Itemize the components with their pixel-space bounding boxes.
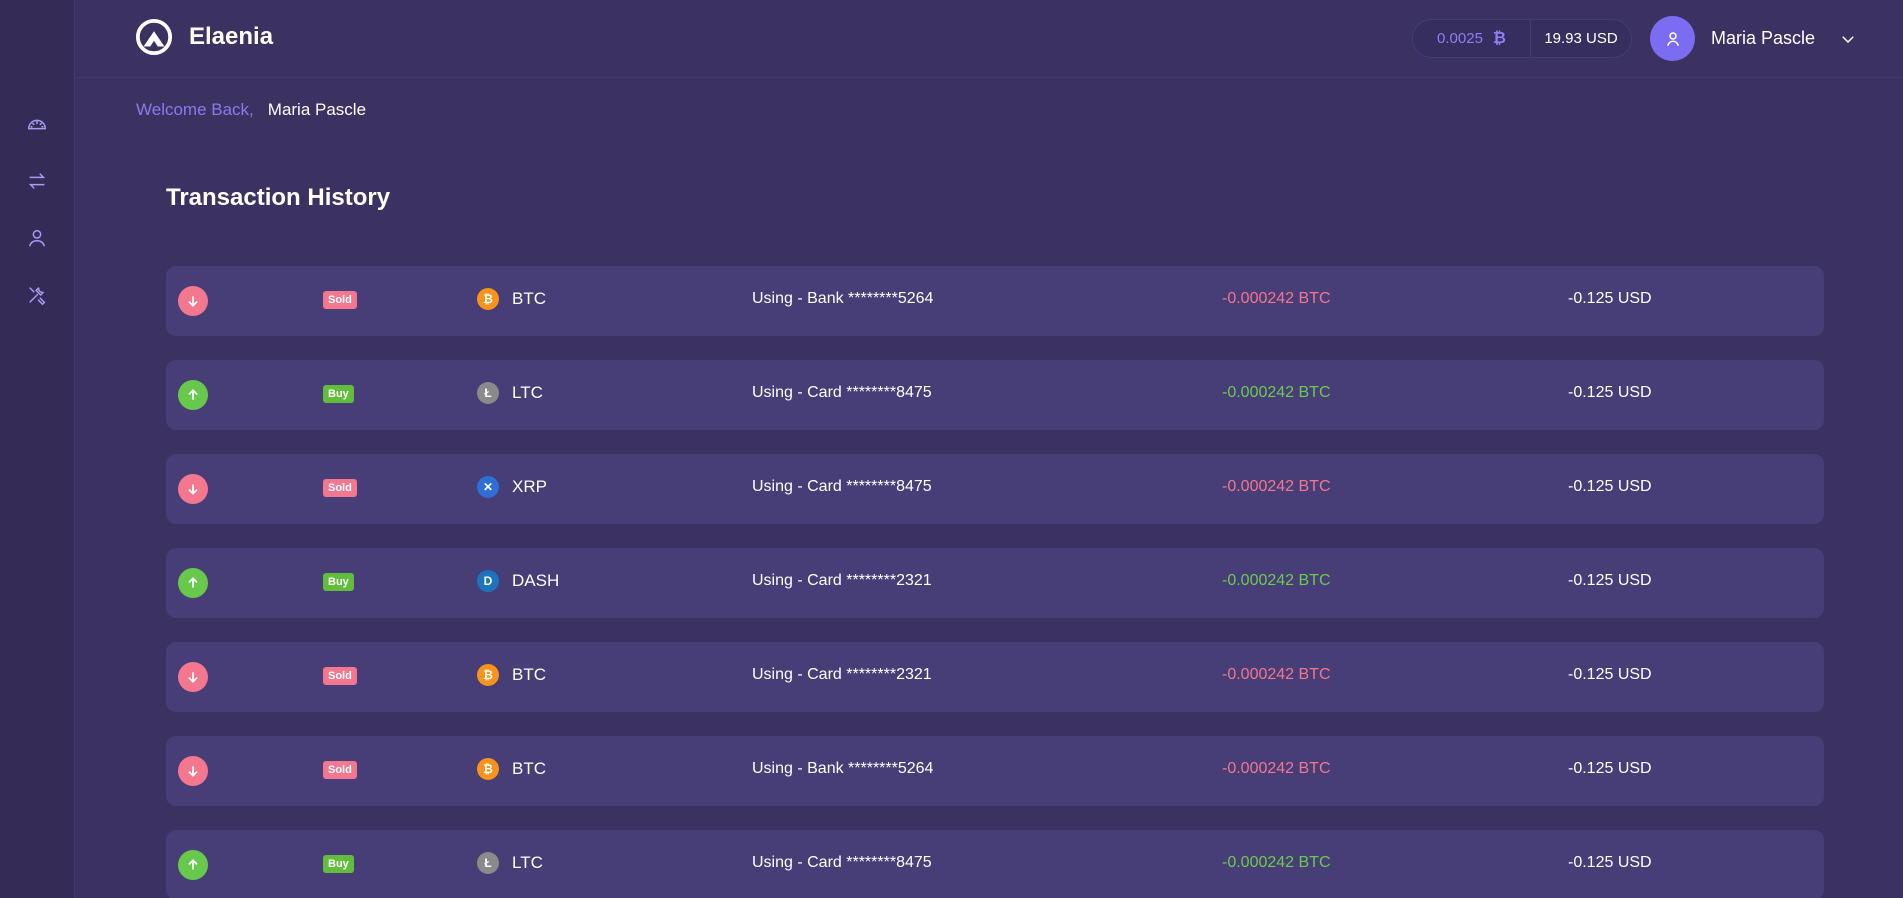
transaction-type-badge: Buy [323,385,354,403]
coin: ₿ BTC [477,288,546,310]
ripple-icon: ✕ [477,476,499,498]
amount-btc: -0.000242 BTC [1222,572,1331,589]
transaction-type-badge: Sold [323,479,357,497]
dashboard-gauge-icon[interactable] [23,110,51,138]
payment-method: Using - Bank ********5264 [752,760,934,777]
table-row[interactable]: Buy Ł LTC Using - Card ********8475 -0.0… [166,360,1824,430]
arrow-down-icon [178,662,208,692]
balance-btc: 0.0025 ₿ [1413,20,1531,57]
payment-method: Using - Card ********2321 [752,572,932,589]
user-avatar-icon [1666,31,1679,46]
arrow-up-icon [178,380,208,410]
litecoin-icon: Ł [477,852,499,874]
coin: D DASH [477,570,559,592]
avatar [1650,16,1695,61]
amount-usd: -0.125 USD [1568,760,1652,777]
user-name: Maria Pascle [1711,28,1816,48]
bitcoin-icon: ₿ [477,758,499,780]
welcome-message: Welcome Back, Maria Pascle [136,100,366,120]
payment-method: Using - Card ********8475 [752,854,932,871]
arrow-down-icon [178,756,208,786]
arrow-up-icon [178,850,208,880]
table-row[interactable]: Sold ₿ BTC Using - Bank ********5264 -0.… [166,266,1824,336]
brand-logo-icon [135,18,173,56]
transaction-type-badge: Buy [323,855,354,873]
transaction-list: Sold ₿ BTC Using - Bank ********5264 -0.… [166,266,1824,898]
table-row[interactable]: Sold ₿ BTC Using - Card ********2321 -0.… [166,642,1824,712]
coin-name: XRP [512,477,547,496]
exchange-arrows-icon[interactable] [23,167,51,195]
amount-usd: -0.125 USD [1568,572,1652,589]
coin-name: LTC [512,853,543,872]
coin-name: LTC [512,383,543,402]
coin-name: BTC [512,759,546,778]
amount-btc: -0.000242 BTC [1222,290,1331,307]
coin: ₿ BTC [477,664,546,686]
transaction-type-badge: Buy [323,573,354,591]
page-title: Transaction History [166,184,391,211]
coin-name: BTC [512,289,546,308]
amount-usd: -0.125 USD [1568,290,1652,307]
payment-method: Using - Card ********2321 [752,666,932,683]
dash-icon: D [477,570,499,592]
arrow-up-icon [178,568,208,598]
coin-name: DASH [512,571,560,590]
wallet-balance[interactable]: 0.0025 ₿ 19.93 USD [1412,19,1632,58]
coin: Ł LTC [477,852,543,874]
brand-logo[interactable]: Elaenia [135,18,273,56]
balance-btc-value: 0.0025 [1437,30,1483,47]
transaction-type-badge: Sold [323,291,357,309]
table-row[interactable]: Buy D DASH Using - Card ********2321 -0.… [166,548,1824,618]
bitcoin-icon: ₿ [1492,29,1506,47]
litecoin-icon: Ł [477,382,499,404]
balance-usd: 19.93 USD [1544,30,1618,47]
amount-usd: -0.125 USD [1568,854,1652,871]
coin: ✕ XRP [477,476,547,498]
user-icon[interactable] [23,224,51,252]
arrow-down-icon [178,286,208,316]
table-row[interactable]: Sold ✕ XRP Using - Card ********8475 -0.… [166,454,1824,524]
amount-usd: -0.125 USD [1568,384,1652,401]
coin-name: BTC [512,665,546,684]
brand-name: Elaenia [189,23,274,50]
amount-btc: -0.000242 BTC [1222,760,1331,777]
sidebar [0,0,75,898]
bitcoin-icon: ₿ [477,288,499,310]
coin: ₿ BTC [477,758,546,780]
table-row[interactable]: Sold ₿ BTC Using - Bank ********5264 -0.… [166,736,1824,806]
table-row[interactable]: Buy Ł LTC Using - Card ********8475 -0.0… [166,830,1824,898]
arrow-down-icon [178,474,208,504]
top-bar: Elaenia 0.0025 ₿ 19.93 USD Maria Pascle [76,0,1903,78]
amount-btc: -0.000242 BTC [1222,384,1331,401]
payment-method: Using - Card ********8475 [752,478,932,495]
coin: Ł LTC [477,382,543,404]
amount-usd: -0.125 USD [1568,666,1652,683]
welcome-label: Welcome Back, [136,100,254,119]
bitcoin-icon: ₿ [477,664,499,686]
amount-btc: -0.000242 BTC [1222,666,1331,683]
amount-btc: -0.000242 BTC [1222,478,1331,495]
welcome-name: Maria Pascle [267,100,367,119]
payment-method: Using - Bank ********5264 [752,290,934,307]
payment-method: Using - Card ********8475 [752,384,932,401]
transaction-type-badge: Sold [323,761,357,779]
amount-btc: -0.000242 BTC [1222,854,1331,871]
chevron-down-icon[interactable] [1839,30,1857,48]
tools-icon[interactable] [23,281,51,309]
amount-usd: -0.125 USD [1568,478,1652,495]
transaction-type-badge: Sold [323,667,357,685]
user-menu[interactable]: Maria Pascle [1650,16,1857,61]
